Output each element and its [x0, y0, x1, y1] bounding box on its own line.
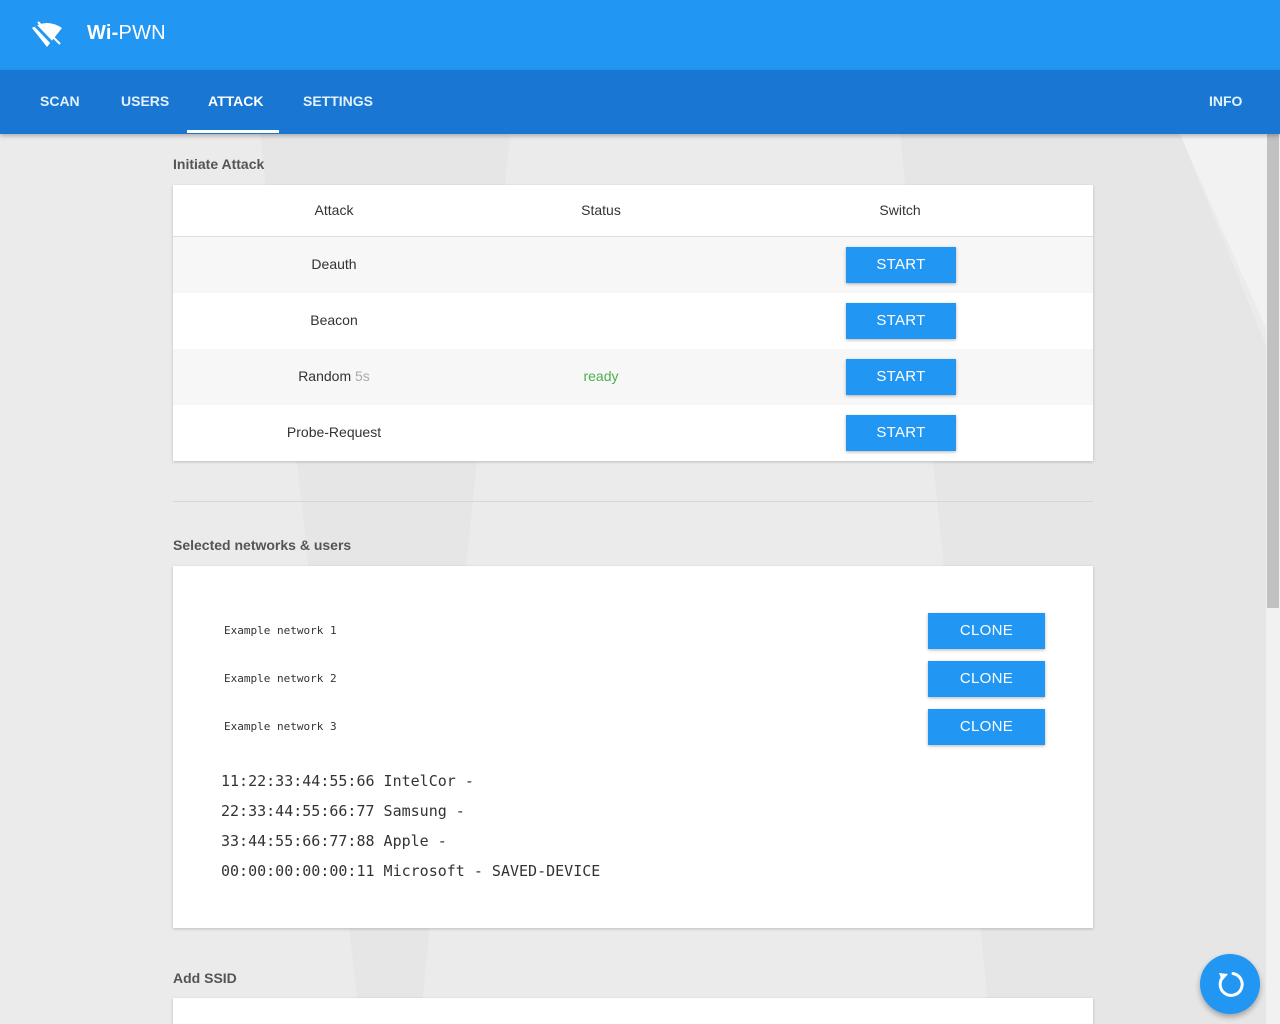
attack-name: Beacon [310, 312, 357, 328]
attack-row-deauth: Deauth START [173, 237, 1093, 293]
network-row: Example network 1 CLONE [173, 613, 1093, 649]
attack-interval: 5s [355, 368, 370, 384]
section-title-add-ssid: Add SSID [173, 970, 237, 986]
refresh-icon [1218, 972, 1244, 997]
attack-status: ready [583, 368, 619, 384]
add-ssid-card [173, 998, 1093, 1024]
tab-info[interactable]: INFO [1209, 70, 1242, 134]
column-header-switch: Switch [879, 202, 921, 218]
attack-name-label: Random [298, 368, 352, 384]
attack-name-label: Probe-Request [286, 424, 382, 440]
app-title-suffix: PWN [118, 22, 166, 44]
network-row: Example network 2 CLONE [173, 661, 1093, 697]
client-entry: 33:44:55:66:77:88 Apple - [221, 832, 447, 850]
network-row: Example network 3 CLONE [173, 709, 1093, 745]
start-random-button[interactable]: START [846, 359, 956, 395]
clone-network-2-button[interactable]: CLONE [928, 661, 1045, 697]
attack-row-random: Random 5s ready START [173, 349, 1093, 405]
attack-row-beacon: Beacon START [173, 293, 1093, 349]
client-entry: 11:22:33:44:55:66 IntelCor - [221, 772, 474, 790]
app-title: Wi-PWN [87, 22, 166, 45]
attack-name-label: Deauth [311, 256, 357, 272]
scrollbar-thumb[interactable] [1267, 134, 1279, 608]
app-title-prefix: Wi- [87, 22, 119, 44]
clone-network-1-button[interactable]: CLONE [928, 613, 1045, 649]
client-entry: 00:00:00:00:00:11 Microsoft - SAVED-DEVI… [221, 862, 601, 880]
start-deauth-button[interactable]: START [846, 247, 956, 283]
section-title-selected: Selected networks & users [173, 537, 352, 553]
wifi-off-icon [32, 21, 62, 50]
tab-scan[interactable]: SCAN [40, 70, 80, 134]
column-header-attack: Attack [314, 202, 354, 218]
active-tab-indicator [187, 130, 279, 133]
attack-name: Random 5s [298, 368, 370, 384]
tab-users[interactable]: USERS [121, 70, 169, 134]
attack-name-label: Beacon [310, 312, 358, 328]
reload-button[interactable] [1200, 954, 1260, 1014]
app-header: Wi-PWN [0, 0, 1280, 70]
start-beacon-button[interactable]: START [846, 303, 956, 339]
tab-attack[interactable]: ATTACK [208, 70, 263, 134]
clone-network-3-button[interactable]: CLONE [928, 709, 1045, 745]
network-name: Example network 2 [224, 672, 337, 685]
section-title-attack: Initiate Attack [173, 156, 265, 172]
network-name: Example network 3 [224, 720, 337, 733]
attack-name: Probe-Request [287, 424, 381, 440]
selected-networks-card: Example network 1 CLONE Example network … [173, 566, 1093, 928]
column-header-status: Status [581, 202, 621, 218]
network-name: Example network 1 [224, 624, 337, 637]
client-entry: 22:33:44:55:66:77 Samsung - [221, 802, 465, 820]
attack-name: Deauth [311, 256, 356, 272]
start-probe-request-button[interactable]: START [846, 415, 956, 451]
nav-bar: SCAN USERS ATTACK SETTINGS INFO [0, 70, 1280, 134]
section-divider [173, 501, 1093, 502]
tab-settings[interactable]: SETTINGS [303, 70, 373, 134]
attack-row-probe-request: Probe-Request START [173, 405, 1093, 461]
attack-table: Attack Status Switch Deauth START Beacon… [173, 185, 1093, 461]
